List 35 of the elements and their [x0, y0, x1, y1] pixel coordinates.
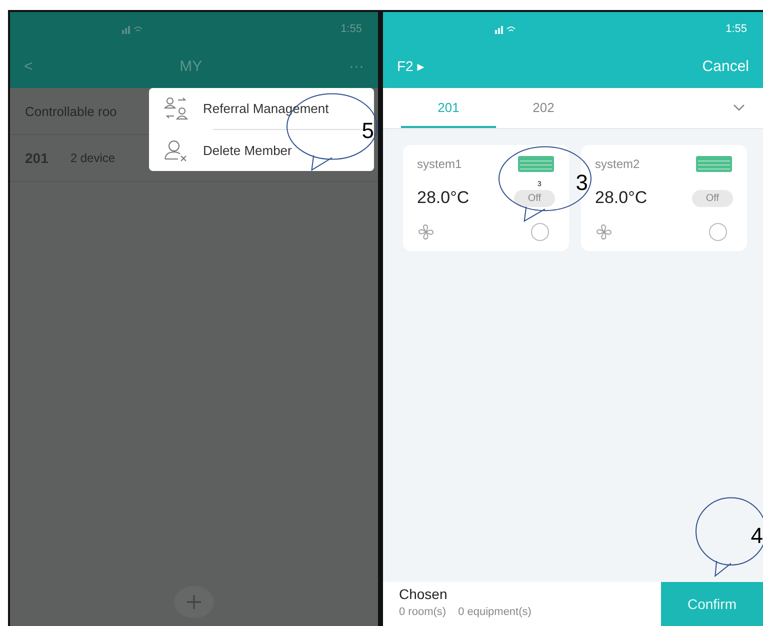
remove-user-icon: [163, 138, 189, 162]
floor-selector[interactable]: F2 ▸: [397, 58, 424, 75]
chevron-down-icon[interactable]: [733, 104, 745, 112]
fan-icon: [417, 223, 435, 241]
fan-icon: [595, 223, 613, 241]
transfer-users-icon: [163, 96, 189, 120]
select-checkbox[interactable]: [709, 223, 727, 241]
cancel-button[interactable]: Cancel: [702, 58, 749, 75]
callout-number: 5: [362, 118, 374, 144]
temperature-reading: 28.0°C: [595, 188, 648, 208]
plus-icon: [185, 593, 203, 611]
section-heading: Controllable roo: [25, 104, 117, 118]
chosen-label: Chosen: [399, 586, 448, 602]
back-button[interactable]: <: [24, 58, 33, 75]
signal-icon: [120, 24, 144, 34]
air-conditioner-icon: [695, 155, 733, 173]
add-button[interactable]: [174, 586, 214, 618]
page-title: MY: [180, 58, 202, 75]
status-time: 1:55: [726, 22, 747, 34]
callout-number: 4: [750, 522, 763, 549]
menu-item[interactable]: Delete Member: [159, 130, 364, 171]
equipment-count: 0 equipment(s): [458, 606, 532, 618]
temperature-reading: 28.0°C: [417, 188, 470, 208]
confirm-button[interactable]: Confirm: [661, 582, 763, 626]
room-count: 0 room(s): [399, 606, 446, 618]
select-checkbox[interactable]: [531, 223, 549, 241]
signal-icon: [493, 24, 517, 34]
device-name: system2: [595, 157, 640, 171]
room-tab[interactable]: 202: [496, 88, 591, 128]
mode-status: Off: [692, 190, 733, 206]
status-time: 1:55: [340, 22, 362, 34]
device-name: system1: [417, 157, 462, 171]
mode-status: Off: [514, 190, 555, 206]
more-button[interactable]: ···: [348, 58, 364, 75]
air-conditioner-icon: [517, 155, 555, 173]
